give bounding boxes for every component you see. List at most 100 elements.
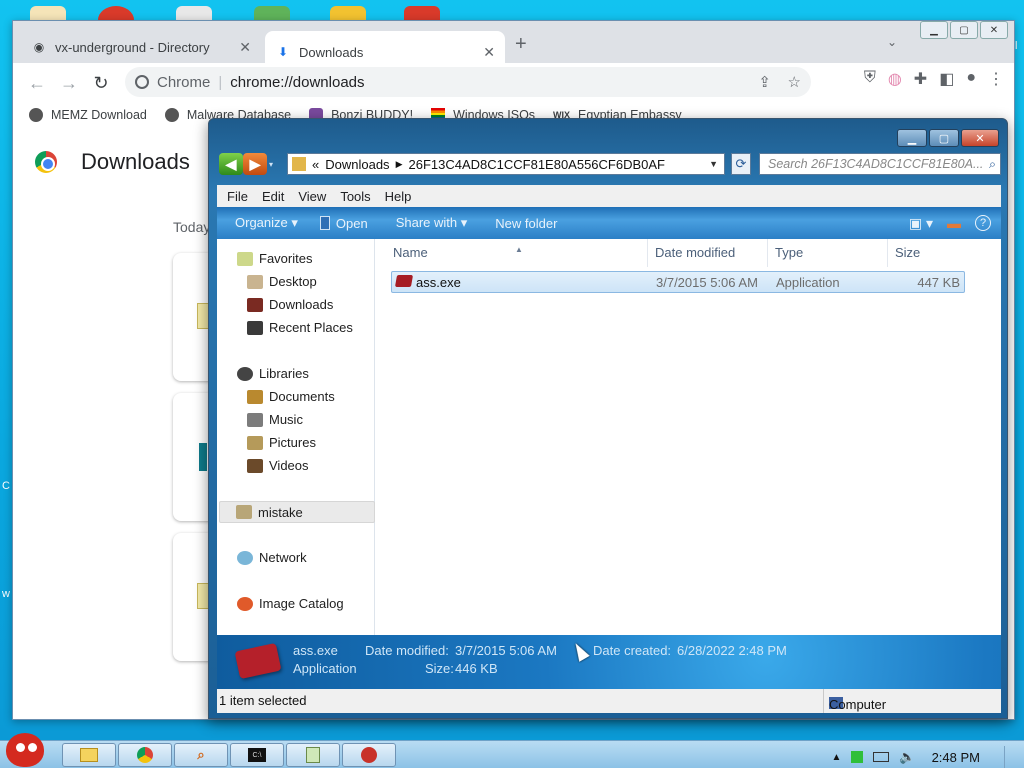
maximize-button[interactable]: ▢ xyxy=(929,129,959,147)
breadcrumb-current-folder[interactable]: 26F13C4AD8C1CCF81E80A556CF6DB0AF xyxy=(408,157,665,172)
file-icon xyxy=(199,443,207,471)
menu-edit[interactable]: Edit xyxy=(262,189,284,204)
column-name[interactable]: Name xyxy=(393,245,428,260)
menu-view[interactable]: View xyxy=(298,189,326,204)
share-with-button[interactable]: Share with ▾ xyxy=(396,215,468,231)
status-divider xyxy=(823,689,824,713)
omnibox-url: chrome://downloads xyxy=(230,73,365,91)
sort-ascending-icon: ▲ xyxy=(515,245,523,254)
volume-icon[interactable]: 🔈 xyxy=(899,749,915,765)
chrome-toolbar: ← → ↻ Chrome | chrome://downloads ⇪ ☆ ⛨ … xyxy=(13,63,1014,103)
open-button[interactable]: Open xyxy=(336,216,368,231)
bookmark-star-icon[interactable]: ☆ xyxy=(788,73,801,91)
ublock-icon[interactable]: ⛨ xyxy=(864,69,876,89)
taskbar-search-app-button[interactable]: ⌕ xyxy=(174,743,228,767)
recent-pages-chevron-icon[interactable]: ▾ xyxy=(269,160,273,169)
tab-search-chevron-icon[interactable]: ⌄ xyxy=(887,35,897,49)
nav-documents[interactable]: Documents xyxy=(247,389,335,404)
column-headers: ▲ Name Date modified Type Size xyxy=(375,239,1001,267)
nav-downloads[interactable]: Downloads xyxy=(247,297,333,312)
details-pane: ass.exe Application Date modified: 3/7/2… xyxy=(217,635,1001,689)
address-bar[interactable]: Chrome | chrome://downloads ⇪ ☆ xyxy=(125,67,811,97)
new-folder-button[interactable]: New folder xyxy=(495,216,557,231)
column-divider[interactable] xyxy=(887,239,888,267)
refresh-icon[interactable]: ⟳ xyxy=(731,153,751,175)
taskbar-notepad-button[interactable] xyxy=(286,743,340,767)
forward-arrow-icon[interactable]: ▶ xyxy=(243,153,267,175)
help-icon[interactable]: ? xyxy=(975,214,991,231)
close-button[interactable]: ✕ xyxy=(980,21,1008,39)
maximize-button[interactable]: ▢ xyxy=(950,21,978,39)
profile-avatar-icon[interactable]: ● xyxy=(966,69,976,89)
explorer-content: Favorites Desktop Downloads Recent Place… xyxy=(217,239,1001,635)
menu-kebab-icon[interactable]: ⋮ xyxy=(988,69,1004,89)
minimize-button[interactable]: ▁ xyxy=(897,129,927,147)
nav-desktop[interactable]: Desktop xyxy=(247,274,317,289)
nav-recent-places[interactable]: Recent Places xyxy=(247,320,353,335)
taskbar-chrome-button[interactable] xyxy=(118,743,172,767)
column-size[interactable]: Size xyxy=(895,245,920,260)
taskbar: ⌕ C:\ ▲ 🔈 2:48 PM xyxy=(0,733,1024,768)
forward-icon[interactable]: → xyxy=(53,73,85,94)
bookmark-memz[interactable]: MEMZ Download xyxy=(29,108,147,122)
menu-tools[interactable]: Tools xyxy=(340,189,370,204)
details-file-name: ass.exe xyxy=(293,643,338,658)
preview-pane-icon[interactable]: ▬ xyxy=(947,215,961,232)
nav-mistake[interactable]: mistake xyxy=(219,501,375,523)
status-location-label: Computer xyxy=(829,697,887,712)
minimize-button[interactable]: ▁ xyxy=(920,21,948,39)
nav-libraries[interactable]: Libraries xyxy=(237,366,309,381)
reload-icon[interactable]: ↻ xyxy=(85,73,117,94)
close-button[interactable]: ✕ xyxy=(961,129,999,147)
show-hidden-icons-icon[interactable]: ▲ xyxy=(831,752,841,763)
close-tab-icon[interactable]: ✕ xyxy=(239,39,251,56)
extension-flag-icon[interactable]: ◍ xyxy=(888,69,902,89)
libraries-icon xyxy=(237,366,253,381)
back-icon[interactable]: ← xyxy=(21,73,53,94)
search-input[interactable]: Search 26F13C4AD8C1CCF81E80A... ⌕ xyxy=(759,153,1001,175)
desktop-icon xyxy=(247,274,263,289)
nav-network[interactable]: Network xyxy=(237,550,307,565)
battery-icon[interactable] xyxy=(873,752,890,762)
taskbar-devcpp-button[interactable] xyxy=(342,743,396,767)
address-dropdown-icon[interactable]: ▼ xyxy=(709,159,718,169)
bird-eye xyxy=(16,743,25,752)
column-date-modified[interactable]: Date modified xyxy=(655,245,735,260)
menu-help[interactable]: Help xyxy=(385,189,412,204)
breadcrumb-separator-icon[interactable]: ▶ xyxy=(396,159,403,170)
nav-videos[interactable]: Videos xyxy=(247,458,309,473)
start-button[interactable] xyxy=(2,731,48,768)
nav-music[interactable]: Music xyxy=(247,412,303,427)
breadcrumb-overflow[interactable]: « xyxy=(312,157,319,172)
desktop-edge-text: w xyxy=(2,588,10,600)
menu-file[interactable]: File xyxy=(227,189,248,204)
clock[interactable]: 2:48 PM xyxy=(932,750,980,765)
nav-image-catalog[interactable]: Image Catalog xyxy=(237,596,344,611)
page-title: Downloads xyxy=(81,149,190,174)
extensions-puzzle-icon[interactable]: ✚ xyxy=(914,69,927,89)
back-arrow-icon[interactable]: ◀ xyxy=(219,153,243,175)
nav-pictures[interactable]: Pictures xyxy=(247,435,316,450)
breadcrumb-downloads[interactable]: Downloads xyxy=(325,157,389,172)
close-tab-icon[interactable]: ✕ xyxy=(483,44,495,61)
taskbar-explorer-button[interactable] xyxy=(62,743,116,767)
show-desktop-button[interactable] xyxy=(1004,746,1014,768)
taskbar-cmd-button[interactable]: C:\ xyxy=(230,743,284,767)
side-panel-icon[interactable]: ◧ xyxy=(939,69,954,89)
new-tab-button[interactable]: + xyxy=(515,33,527,56)
share-icon[interactable]: ⇪ xyxy=(758,73,771,91)
action-center-icon[interactable] xyxy=(851,751,864,763)
globe-icon: ◉ xyxy=(33,40,45,54)
nav-label: Libraries xyxy=(259,366,309,381)
address-bar[interactable]: « Downloads ▶ 26F13C4AD8C1CCF81E80A556CF… xyxy=(287,153,725,175)
column-divider[interactable] xyxy=(647,239,648,267)
search-icon[interactable]: ⌕ xyxy=(989,157,996,172)
organize-button[interactable]: Organize ▾ xyxy=(235,215,298,231)
column-type[interactable]: Type xyxy=(775,245,803,260)
explorer-window-controls: ▁ ▢ ✕ xyxy=(895,129,999,147)
nav-favorites[interactable]: Favorites xyxy=(237,251,312,266)
tab-vx-underground[interactable]: ◉ vx-underground - Directory ✕ xyxy=(21,31,261,63)
column-divider[interactable] xyxy=(767,239,768,267)
change-view-icon[interactable]: ▣ ▾ xyxy=(909,215,933,232)
file-row[interactable]: ass.exe 3/7/2015 5:06 AM Application 447… xyxy=(391,271,965,293)
